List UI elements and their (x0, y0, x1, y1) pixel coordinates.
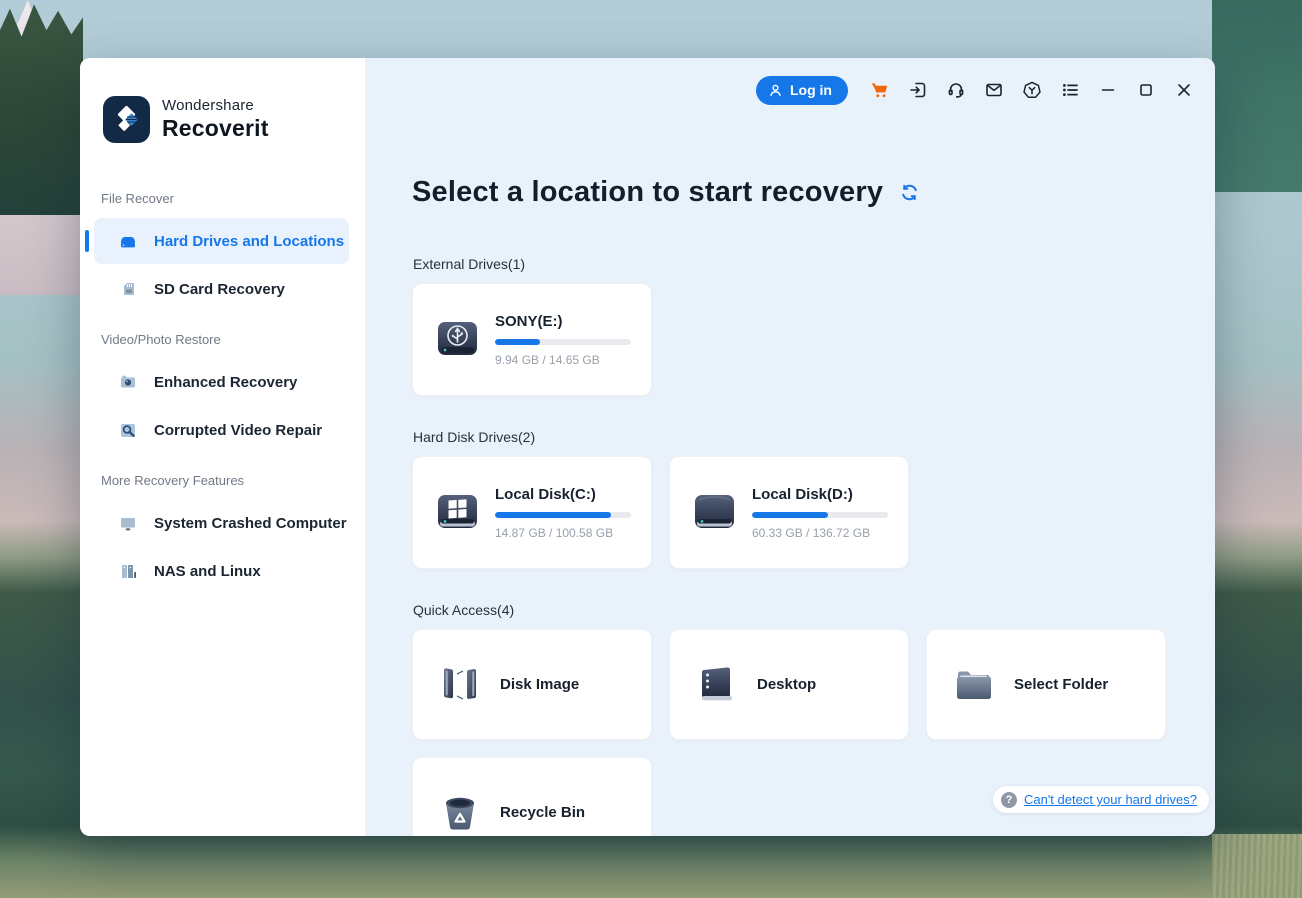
drive-name: Local Disk(D:) (752, 486, 890, 503)
window-titlebar: Log in (365, 58, 1215, 102)
section-label-external-drives: External Drives(1) (413, 256, 1215, 272)
video-repair-icon (117, 419, 139, 441)
drive-capacity: 9.94 GB / 14.65 GB (495, 353, 633, 367)
nav-section-file-recover: File Recover (80, 173, 365, 216)
nav-section-video-photo-restore: Video/Photo Restore (80, 314, 365, 357)
sd-card-icon (117, 278, 139, 300)
windows-drive-icon (434, 489, 481, 536)
capacity-bar (495, 512, 631, 518)
product-box-icon[interactable] (1021, 80, 1042, 101)
headset-support-icon[interactable] (945, 80, 966, 101)
sign-in-icon[interactable] (907, 80, 928, 101)
drive-name: SONY(E:) (495, 313, 633, 330)
camera-icon (117, 371, 139, 393)
minimize-icon[interactable] (1097, 80, 1118, 101)
drive-capacity: 14.87 GB / 100.58 GB (495, 526, 633, 540)
section-label-quick-access: Quick Access(4) (413, 602, 1215, 618)
recycle-bin-icon (437, 790, 483, 836)
wallpaper-grass-right (1212, 834, 1302, 898)
sidebar-item-label: Enhanced Recovery (154, 374, 297, 391)
wallpaper-lake-right (1212, 0, 1302, 192)
sidebar-item-label: Corrupted Video Repair (154, 422, 322, 439)
wallpaper-trees-left (0, 0, 83, 215)
quick-card-disk-image[interactable]: Disk Image (412, 629, 652, 740)
login-button-label: Log in (790, 82, 832, 98)
hard-disk-icon (691, 489, 738, 536)
user-icon (768, 83, 783, 98)
question-icon: ? (1001, 792, 1017, 808)
desktop-icon (694, 662, 740, 708)
hard-drive-icon (117, 230, 139, 252)
quick-label: Select Folder (1014, 676, 1108, 693)
brand-name: Wondershare (162, 97, 269, 114)
sidebar-item-sd-card-recovery[interactable]: SD Card Recovery (94, 266, 349, 312)
drive-name: Local Disk(C:) (495, 486, 633, 503)
crashed-computer-icon (117, 512, 139, 534)
product-name: Recoverit (162, 115, 269, 142)
cant-detect-drives-link[interactable]: Can't detect your hard drives? (1024, 792, 1197, 807)
quick-card-desktop[interactable]: Desktop (669, 629, 909, 740)
login-button[interactable]: Log in (756, 76, 848, 105)
sidebar-item-label: SD Card Recovery (154, 281, 285, 298)
quick-card-select-folder[interactable]: Select Folder (926, 629, 1166, 740)
drive-card-local-disk-d[interactable]: Local Disk(D:) 60.33 GB / 136.72 GB (669, 456, 909, 569)
usb-drive-icon (434, 316, 481, 363)
refresh-icon[interactable] (898, 182, 920, 204)
list-menu-icon[interactable] (1059, 80, 1080, 101)
recoverit-logo-icon (103, 96, 150, 143)
disk-image-icon (437, 662, 483, 708)
sidebar-item-hard-drives-and-locations[interactable]: Hard Drives and Locations (94, 218, 349, 264)
sidebar: Wondershare Recoverit File Recover Hard … (80, 58, 365, 836)
quick-label: Recycle Bin (500, 804, 585, 821)
nav-section-more-recovery-features: More Recovery Features (80, 455, 365, 498)
sidebar-item-system-crashed-computer[interactable]: System Crashed Computer (94, 500, 349, 546)
sidebar-item-label: Hard Drives and Locations (154, 233, 344, 250)
sidebar-item-label: NAS and Linux (154, 563, 261, 580)
sidebar-item-nas-and-linux[interactable]: NAS and Linux (94, 548, 349, 594)
sidebar-item-enhanced-recovery[interactable]: Enhanced Recovery (94, 359, 349, 405)
capacity-bar (752, 512, 888, 518)
sidebar-item-corrupted-video-repair[interactable]: Corrupted Video Repair (94, 407, 349, 453)
app-logo: Wondershare Recoverit (80, 96, 365, 143)
app-window: Wondershare Recoverit File Recover Hard … (80, 58, 1215, 836)
quick-card-recycle-bin[interactable]: Recycle Bin (412, 757, 652, 836)
main-content: Log in (365, 58, 1215, 836)
quick-label: Disk Image (500, 676, 579, 693)
nas-server-icon (117, 560, 139, 582)
quick-label: Desktop (757, 676, 816, 693)
mail-feedback-icon[interactable] (983, 80, 1004, 101)
shopping-cart-icon[interactable] (869, 80, 890, 101)
help-link-pill[interactable]: ? Can't detect your hard drives? (993, 786, 1209, 813)
sidebar-nav: File Recover Hard Drives and Locations S… (80, 173, 365, 594)
close-icon[interactable] (1173, 80, 1194, 101)
page-title: Select a location to start recovery (412, 176, 883, 209)
maximize-icon[interactable] (1135, 80, 1156, 101)
drive-card-sony-e[interactable]: SONY(E:) 9.94 GB / 14.65 GB (412, 283, 652, 396)
drive-card-local-disk-c[interactable]: Local Disk(C:) 14.87 GB / 100.58 GB (412, 456, 652, 569)
drive-capacity: 60.33 GB / 136.72 GB (752, 526, 890, 540)
section-label-hard-disk-drives: Hard Disk Drives(2) (413, 429, 1215, 445)
capacity-bar (495, 339, 631, 345)
sidebar-item-label: System Crashed Computer (154, 515, 347, 532)
folder-icon (951, 662, 997, 708)
